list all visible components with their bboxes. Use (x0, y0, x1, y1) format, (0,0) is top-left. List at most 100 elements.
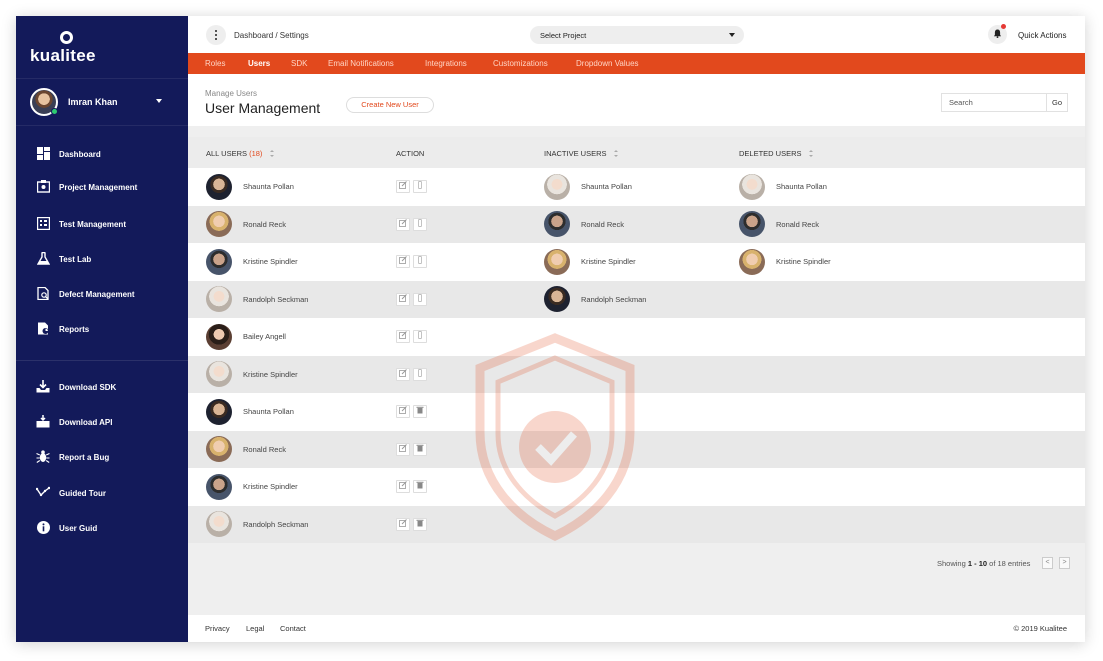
project-select-value: Select Project (540, 31, 587, 40)
toggle-icon[interactable] (413, 292, 427, 306)
tab-email-notifications[interactable]: Email Notifications (328, 59, 394, 68)
row-actions (396, 442, 430, 456)
user-cell[interactable]: Shaunta Pollan (544, 168, 632, 206)
sidebar-item-test-management[interactable]: Test Management (36, 216, 126, 232)
user-cell[interactable]: Ronald Reck (544, 206, 624, 244)
footer-link-contact[interactable]: Contact (280, 624, 306, 633)
tab-dropdown-values[interactable]: Dropdown Values (576, 59, 639, 68)
flask-icon (36, 251, 50, 266)
brand-logo[interactable]: kualitee (30, 46, 96, 66)
dashboard-icon (36, 147, 50, 161)
pagination-next-button[interactable]: > (1059, 557, 1070, 569)
defect-icon (36, 286, 50, 301)
user-name: Kristine Spindler (243, 482, 298, 492)
pagination-prev-button[interactable]: < (1042, 557, 1053, 569)
sidebar-item-download-sdk[interactable]: Download SDK (36, 379, 116, 395)
trash-icon[interactable] (413, 405, 427, 418)
user-cell[interactable]: Shaunta Pollan (206, 168, 294, 206)
user-cell[interactable]: Kristine Spindler (544, 243, 636, 281)
online-status-indicator (51, 108, 58, 115)
toggle-icon[interactable] (413, 367, 427, 381)
user-menu[interactable]: Imran Khan (16, 78, 188, 126)
trash-icon[interactable] (413, 480, 427, 493)
quick-actions-button[interactable]: Quick Actions (1018, 31, 1066, 40)
tab-sdk[interactable]: SDK (291, 59, 307, 68)
sidebar-item-reports[interactable]: Reports (36, 321, 89, 337)
edit-icon[interactable] (396, 330, 410, 343)
user-cell[interactable]: Randolph Seckman (206, 506, 308, 544)
pagination-suffix: of 18 entries (989, 559, 1031, 568)
tab-roles[interactable]: Roles (205, 59, 225, 68)
kebab-menu-icon[interactable] (206, 25, 226, 45)
user-cell[interactable]: Shaunta Pollan (206, 393, 294, 431)
avatar (739, 173, 765, 200)
edit-icon[interactable] (396, 217, 410, 231)
edit-icon[interactable] (396, 255, 410, 268)
edit-icon[interactable] (396, 405, 410, 418)
pagination-range: 1 - 10 (967, 559, 988, 568)
sidebar-item-dashboard[interactable]: Dashboard (36, 146, 101, 162)
project-select[interactable]: Select Project (530, 26, 744, 44)
toggle-icon[interactable] (413, 180, 427, 193)
user-name: Ronald Reck (243, 219, 286, 229)
sidebar-item-download-api[interactable]: Download API (36, 414, 112, 430)
user-cell[interactable]: Randolph Seckman (206, 281, 308, 319)
edit-icon[interactable] (396, 180, 410, 193)
avatar (544, 211, 570, 238)
column-header-label: ALL USERS (206, 149, 247, 158)
column-header-label: INACTIVE USERS (544, 149, 607, 158)
create-new-user-button[interactable]: Create New User (346, 97, 434, 113)
trash-icon[interactable] (413, 442, 427, 456)
user-cell[interactable]: Kristine Spindler (206, 243, 298, 281)
column-header-deleted-users[interactable]: DELETED USERS (739, 149, 813, 158)
user-cell[interactable]: Kristine Spindler (739, 243, 831, 281)
sidebar-item-report-a-bug[interactable]: Report a Bug (36, 449, 109, 465)
sidebar-item-guided-tour[interactable]: Guided Tour (35, 485, 106, 501)
tab-customizations[interactable]: Customizations (493, 59, 548, 68)
sidebar-item-user-guide[interactable]: User Guid (36, 520, 97, 536)
sidebar-item-label: Dashboard (59, 149, 101, 159)
edit-icon[interactable] (396, 442, 410, 456)
notification-button[interactable] (988, 24, 1007, 44)
pagination-prefix: Showing (937, 559, 966, 568)
tab-integrations[interactable]: Integrations (425, 59, 467, 68)
tab-users[interactable]: Users (248, 59, 270, 68)
toggle-icon[interactable] (413, 217, 427, 231)
sidebar-item-defect-management[interactable]: Defect Management (36, 286, 135, 302)
column-header-inactive-users[interactable]: INACTIVE USERS (544, 149, 618, 158)
user-cell[interactable]: Kristine Spindler (206, 468, 298, 506)
user-cell[interactable]: Shaunta Pollan (739, 168, 827, 206)
avatar (206, 511, 232, 538)
search-input[interactable] (941, 93, 1047, 112)
sidebar-item-label: Download SDK (59, 382, 117, 392)
info-icon (36, 521, 50, 535)
user-cell[interactable]: Bailey Angell (206, 318, 286, 356)
user-cell[interactable]: Randolph Seckman (544, 281, 646, 319)
footer-link-privacy[interactable]: Privacy (205, 624, 230, 633)
user-name: Bailey Angell (243, 332, 286, 342)
edit-icon[interactable] (396, 517, 410, 531)
footer: Privacy Legal Contact © 2019 Kualitee (188, 615, 1085, 642)
user-cell[interactable]: Ronald Reck (739, 206, 819, 244)
search-go-button[interactable]: Go (1047, 93, 1068, 112)
toggle-icon[interactable] (413, 330, 427, 343)
sidebar-item-project-management[interactable]: Project Management (36, 179, 137, 195)
user-cell[interactable]: Kristine Spindler (206, 356, 298, 394)
edit-icon[interactable] (396, 480, 410, 493)
user-name: Imran Khan (68, 97, 118, 107)
column-header-all-users[interactable]: ALL USERS (18) (206, 149, 274, 158)
user-cell[interactable]: Ronald Reck (206, 431, 286, 469)
edit-icon[interactable] (396, 367, 410, 381)
sidebar-item-label: Defect Management (59, 289, 135, 299)
table-row: Randolph Seckman Randolph Seckman (188, 280, 1085, 319)
sidebar-item-test-lab[interactable]: Test Lab (36, 251, 91, 267)
toggle-icon[interactable] (413, 255, 427, 268)
user-cell[interactable]: Ronald Reck (206, 206, 286, 244)
user-name: Kristine Spindler (243, 369, 298, 379)
top-header: Dashboard / Settings Select Project Quic… (188, 16, 1085, 53)
row-actions (396, 405, 430, 418)
trash-icon[interactable] (413, 517, 427, 531)
edit-icon[interactable] (396, 292, 410, 306)
user-name: Kristine Spindler (776, 257, 831, 267)
footer-link-legal[interactable]: Legal (246, 624, 264, 633)
